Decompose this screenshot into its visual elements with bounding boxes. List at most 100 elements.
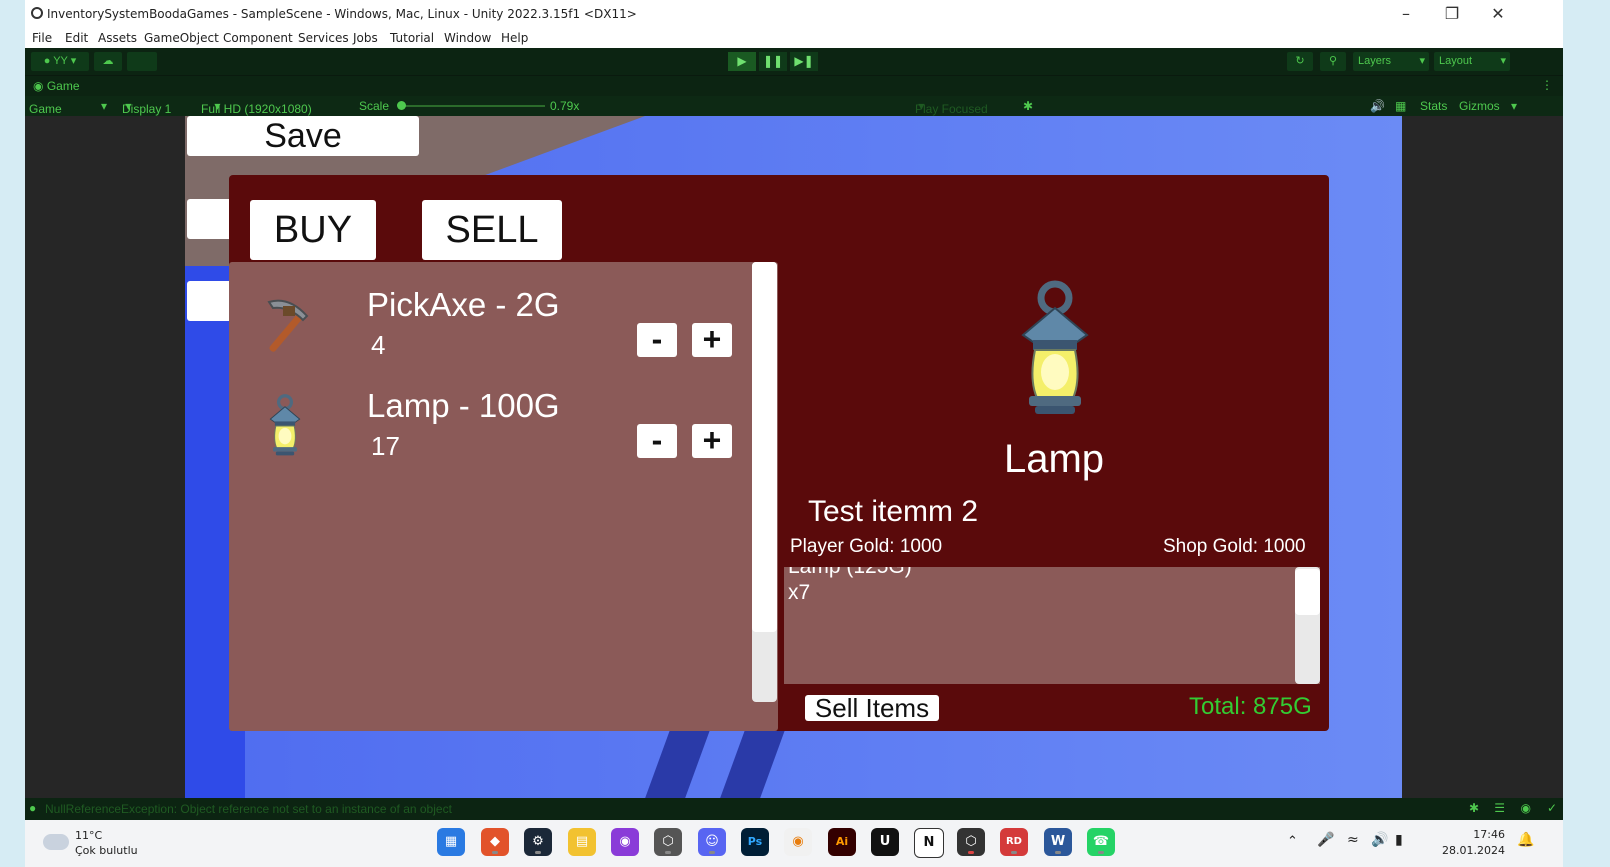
scene-icon[interactable]: ◉	[1521, 801, 1531, 815]
blender-icon[interactable]: ◉	[784, 828, 812, 856]
menu-assets[interactable]: Assets	[98, 31, 137, 45]
play-button[interactable]: ▶	[728, 52, 756, 71]
buy-button[interactable]: BUY	[250, 200, 376, 260]
menu-tutorial[interactable]: Tutorial	[390, 31, 434, 45]
cart-scrollbar-handle[interactable]	[1295, 569, 1320, 615]
cloud-weather-icon[interactable]	[43, 834, 69, 850]
pause-button[interactable]: ❚❚	[759, 52, 787, 71]
item-list-scrollbar[interactable]	[752, 262, 777, 702]
title-bar: InventorySystemBoodaGames - SampleScene …	[25, 0, 1563, 28]
menu-file[interactable]: File	[32, 31, 52, 45]
unity-editor-icon[interactable]: ⬡	[957, 828, 985, 856]
grid-icon[interactable]: ▦	[1395, 99, 1406, 113]
item-list-scrollbar-handle[interactable]	[752, 262, 777, 632]
photoshop-icon[interactable]: Ps	[741, 828, 769, 856]
scale-slider-handle[interactable]	[397, 101, 406, 110]
save-button[interactable]: Save	[187, 116, 419, 156]
decrease-button[interactable]: -	[637, 424, 677, 458]
file-explorer-icon[interactable]: ▤	[568, 828, 596, 856]
game-tab[interactable]: ◉ Game	[33, 79, 80, 93]
windows-start-icon[interactable]: ▦	[437, 828, 465, 856]
weather-temp[interactable]: 11°C	[75, 829, 102, 842]
account-dropdown[interactable]: ● YY ▾	[31, 52, 89, 71]
microphone-icon[interactable]: 🎤	[1317, 832, 1334, 848]
side-button[interactable]	[187, 281, 232, 321]
battery-icon[interactable]: ▮	[1395, 832, 1403, 848]
chevron-down-icon: ▾	[101, 99, 108, 113]
side-button[interactable]	[187, 199, 232, 239]
selected-item-description: Test itemm 2	[808, 495, 979, 528]
console-status-bar[interactable]: ● NullReferenceException: Object referen…	[25, 798, 1563, 820]
layers-dropdown[interactable]: Layers ▾	[1353, 52, 1429, 71]
decrease-button[interactable]: -	[637, 323, 677, 357]
steam-icon[interactable]: ⚙	[524, 828, 552, 856]
clock-time[interactable]: 17:46	[1445, 828, 1505, 841]
github-icon[interactable]: ◉	[611, 828, 639, 856]
menu-window[interactable]: Window	[444, 31, 491, 45]
history-icon[interactable]: ↻	[1287, 52, 1313, 71]
unreal-engine-icon[interactable]: U	[871, 828, 899, 856]
stats-button[interactable]: Stats	[1420, 99, 1447, 113]
lamp-icon	[1007, 280, 1103, 420]
unity-logo-icon	[31, 7, 43, 19]
illustrator-icon[interactable]: Ai	[828, 828, 856, 856]
weather-description[interactable]: Çok bulutlu	[75, 844, 138, 857]
unity-hub-icon[interactable]: ⬡	[654, 828, 682, 856]
discord-icon[interactable]: ☺	[698, 828, 726, 856]
game-viewport: Save BUY SELL Lamp Test itemm 2 Player G…	[25, 116, 1563, 798]
close-icon[interactable]: ✕	[1475, 2, 1521, 26]
menu-gameobject[interactable]: GameObject	[144, 31, 219, 45]
cart-list[interactable]: Lamp (125G) x7	[784, 567, 1320, 684]
resolution-dropdown[interactable]: Full HD (1920x1080) ▾	[201, 99, 312, 116]
play-focused-dropdown[interactable]: Play Focused ▾	[915, 99, 988, 116]
menu-jobs[interactable]: Jobs	[353, 31, 378, 45]
layers-icon[interactable]: ☰	[1494, 801, 1505, 815]
display-dropdown[interactable]: Display 1 ▾	[122, 99, 171, 116]
rider-icon[interactable]: RD	[1000, 828, 1028, 856]
gizmos-button[interactable]: Gizmos	[1459, 99, 1500, 113]
notion-icon[interactable]: N	[914, 828, 944, 858]
item-list-panel[interactable]: PickAxe - 2G 4 - + Lamp - 100G 17 - +	[229, 262, 778, 731]
collab-button[interactable]	[127, 52, 157, 71]
layout-dropdown[interactable]: Layout ▾	[1434, 52, 1510, 71]
window-title: InventorySystemBoodaGames - SampleScene …	[47, 7, 637, 21]
check-icon[interactable]: ✓	[1547, 801, 1557, 815]
whatsapp-icon[interactable]: ☎	[1087, 828, 1115, 856]
gizmos-dropdown-icon[interactable]: ▾	[1511, 99, 1517, 113]
console-error-message[interactable]: NullReferenceException: Object reference…	[45, 802, 452, 816]
bug-icon[interactable]: ✱	[1469, 801, 1479, 815]
cart-scrollbar[interactable]	[1295, 567, 1320, 684]
sell-items-button[interactable]: Sell Items	[805, 695, 939, 721]
menu-edit[interactable]: Edit	[65, 31, 88, 45]
increase-button[interactable]: +	[692, 424, 732, 458]
more-options-icon[interactable]: ⋮	[1541, 78, 1553, 92]
restore-icon[interactable]: ❐	[1429, 2, 1475, 26]
sell-button[interactable]: SELL	[422, 200, 562, 260]
game-scene[interactable]: Save BUY SELL Lamp Test itemm 2 Player G…	[185, 116, 1402, 798]
menu-component[interactable]: Component	[223, 31, 293, 45]
clock-date[interactable]: 28.01.2024	[1423, 844, 1505, 857]
wifi-icon[interactable]: ≈	[1347, 832, 1359, 848]
item-quantity: 17	[371, 431, 400, 461]
search-icon[interactable]: ⚲	[1320, 52, 1346, 71]
windows-taskbar: 11°C Çok bulutlu ▦ ◆ ⚙ ▤ ◉ ⬡ ☺ Ps ◉ Ai U…	[25, 820, 1563, 867]
player-gold: Player Gold: 1000	[790, 536, 943, 557]
game-tab-header: ◉ Game ⋮	[25, 76, 1563, 96]
notification-bell-icon[interactable]: 🔔	[1517, 832, 1534, 848]
menu-help[interactable]: Help	[501, 31, 528, 45]
cloud-icon[interactable]: ☁	[94, 52, 122, 71]
cart-item-name: Lamp (125G)	[788, 567, 912, 579]
list-item[interactable]: Lamp - 100G 17 - +	[229, 381, 749, 471]
chevron-up-icon[interactable]: ⌃	[1287, 834, 1298, 849]
bug-icon[interactable]: ✱	[1023, 99, 1033, 113]
list-item[interactable]: PickAxe - 2G 4 - +	[229, 280, 749, 370]
word-icon[interactable]: W	[1044, 828, 1072, 856]
scale-slider[interactable]	[397, 101, 545, 110]
volume-icon[interactable]: 🔊	[1371, 832, 1388, 848]
brave-browser-icon[interactable]: ◆	[481, 828, 509, 856]
minimize-icon[interactable]: –	[1383, 2, 1429, 26]
increase-button[interactable]: +	[692, 323, 732, 357]
mute-audio-icon[interactable]: 🔊	[1370, 99, 1385, 113]
step-button[interactable]: ▶❚	[790, 52, 818, 71]
menu-services[interactable]: Services	[298, 31, 349, 45]
